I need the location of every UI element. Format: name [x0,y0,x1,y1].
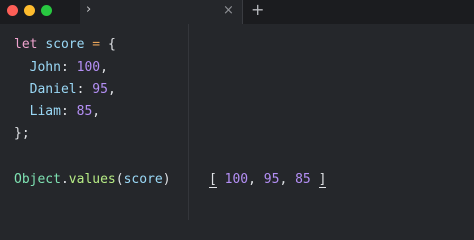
new-tab-button[interactable]: + [251,0,264,20]
close-window-button[interactable] [7,5,18,16]
close-brace: }; [14,126,30,141]
array-value: 100 [224,172,249,187]
property-key: John [29,60,61,75]
property-value: 100 [76,60,101,75]
chevron-right-icon: › [86,2,92,17]
code-playground-window: › × + let score = { John: 100, Daniel: 9… [0,0,474,220]
method-name: values [68,172,116,187]
open-brace: { [107,37,116,52]
tab-bar: › × + [0,0,474,24]
property-value: 95 [92,82,108,97]
pane-divider[interactable] [188,24,189,220]
code-line: let score = { [14,34,116,56]
property-value: 85 [76,104,93,119]
open-paren: ( [115,172,124,187]
property-key: Daniel [29,82,77,97]
dot-operator: . [60,172,69,187]
variable-name: score [45,37,85,52]
output-result: [ 100, 95, 85 ] [209,172,327,188]
maximize-window-button[interactable] [41,5,52,16]
tab-active[interactable] [80,0,242,24]
code-line: Object.values(score) [14,169,171,191]
property-key: Liam [29,104,61,119]
code-line: }; [14,123,30,145]
minimize-window-button[interactable] [24,5,35,16]
keyword-let: let [14,37,38,52]
code-line: Daniel: 95, [29,82,116,97]
array-close-bracket: ] [318,172,327,188]
code-line: John: 100, [29,60,108,75]
array-value: 85 [295,172,311,187]
array-open-bracket: [ [209,172,217,188]
tab-divider [242,0,243,24]
code-line: Liam: 85, [29,104,101,119]
close-paren: ) [162,172,171,187]
call-argument: score [123,172,163,187]
close-tab-icon[interactable]: × [223,2,234,20]
object-identifier: Object [14,172,61,187]
assign-operator: = [92,37,101,52]
array-value: 95 [263,172,280,187]
